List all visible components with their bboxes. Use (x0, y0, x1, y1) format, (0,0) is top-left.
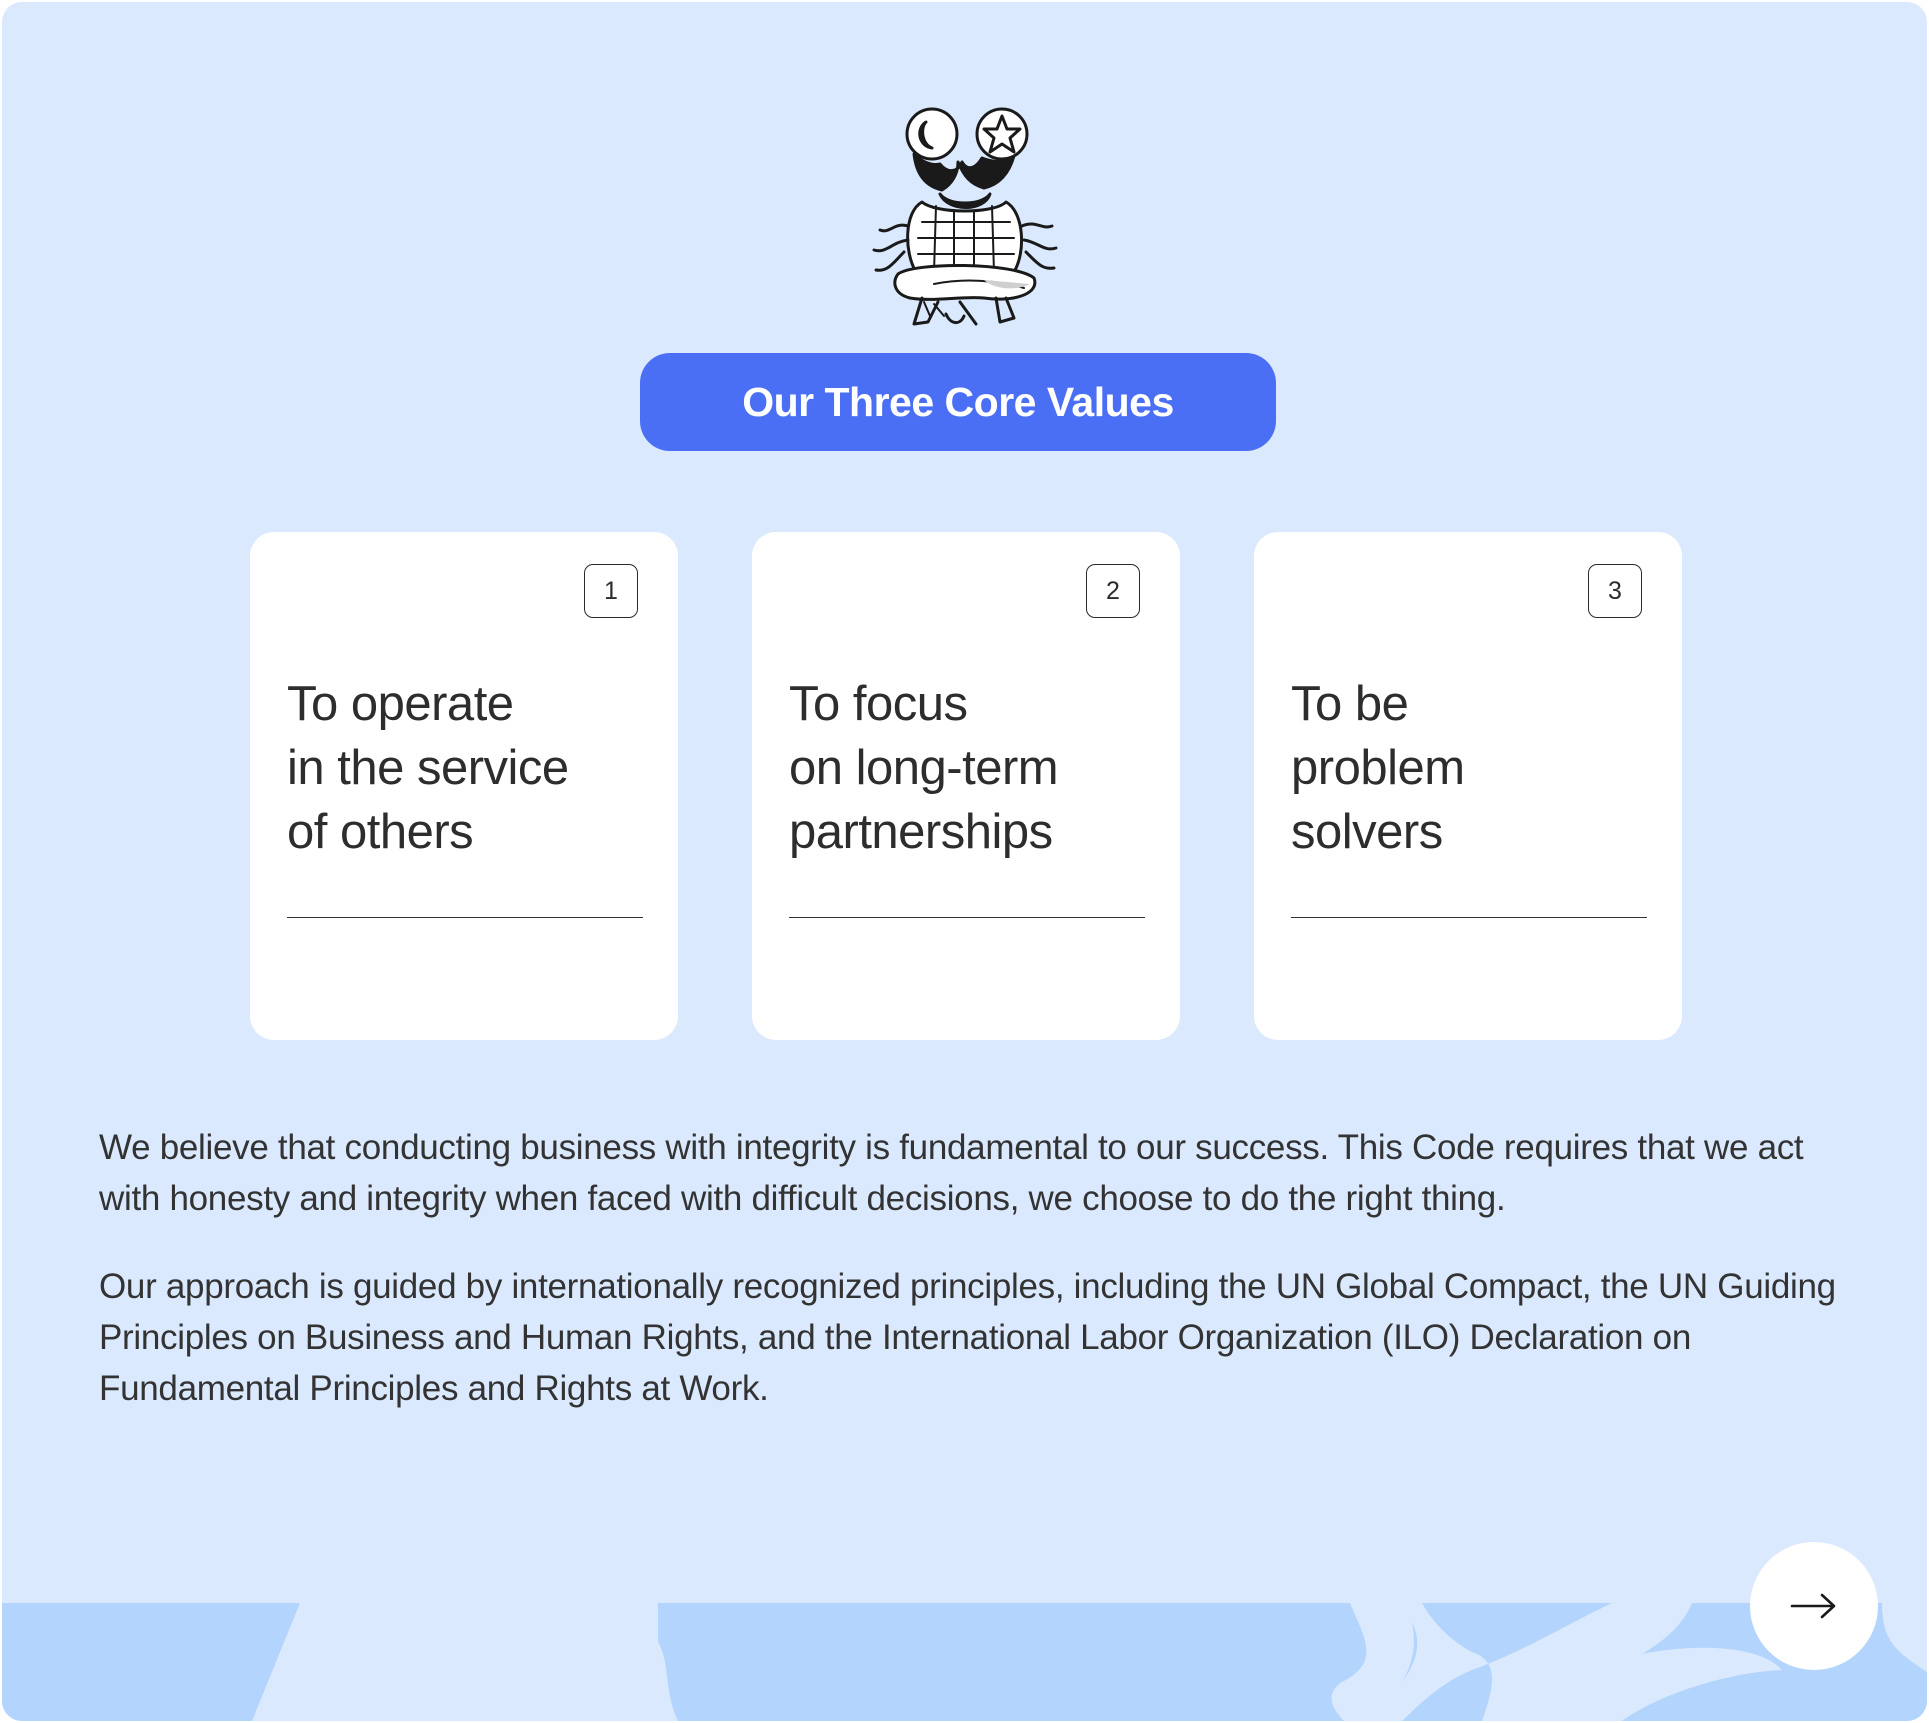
next-button[interactable] (1750, 1542, 1878, 1670)
value-text: To be problem solvers (1291, 677, 1465, 859)
integrity-paragraph: We believe that conducting business with… (99, 1128, 1804, 1218)
principles-paragraph: Our approach is guided by internationall… (99, 1267, 1836, 1408)
value-card-1: 1 To operate in the service of others (250, 532, 678, 1040)
meditating-character-illustration (872, 107, 1058, 326)
card-divider (287, 917, 643, 918)
decor-shape-left (2, 1603, 300, 1721)
value-number-badge: 2 (1086, 564, 1140, 618)
value-text: To focus on long-term partnerships (789, 677, 1059, 859)
core-values-title: Our Three Core Values (640, 353, 1276, 451)
value-text: To operate in the service of others (287, 677, 569, 859)
value-number-badge: 3 (1588, 564, 1642, 618)
card-divider (1291, 917, 1647, 918)
card-divider (789, 917, 1145, 918)
value-number-badge: 1 (584, 564, 638, 618)
arrow-right-icon (1790, 1593, 1836, 1619)
value-card-3: 3 To be problem solvers (1254, 532, 1682, 1040)
decor-shape-middle (658, 1603, 1367, 1721)
decor-island (1402, 1622, 1418, 1682)
core-values-panel: Our Three Core Values 1 To operate in th… (2, 2, 1927, 1721)
value-card-2: 2 To focus on long-term partnerships (752, 532, 1180, 1040)
